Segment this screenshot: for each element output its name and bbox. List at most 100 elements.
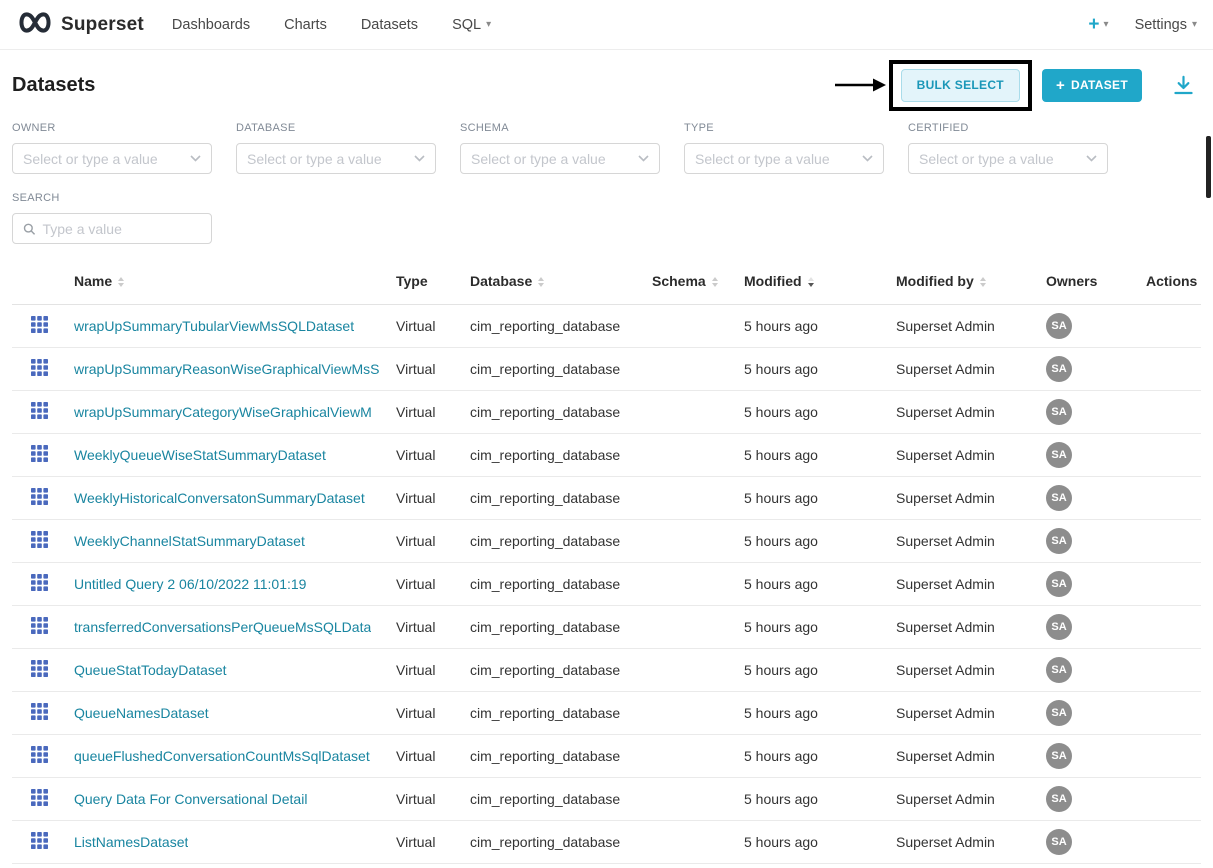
- dataset-owners-cell: SA: [1038, 691, 1138, 734]
- search-input[interactable]: [42, 221, 201, 237]
- dataset-modified: 5 hours ago: [736, 648, 888, 691]
- dataset-name-link[interactable]: wrapUpSummaryTubularViewMsSQLDataset: [74, 318, 354, 334]
- dataset-name-link[interactable]: transferredConversationsPerQueueMsSQLDat…: [74, 619, 371, 635]
- owner-avatar[interactable]: SA: [1046, 786, 1072, 812]
- table-row: QueueNamesDataset Virtual cim_reporting_…: [12, 691, 1201, 734]
- dataset-modified: 5 hours ago: [736, 433, 888, 476]
- bulk-select-button[interactable]: BULK SELECT: [901, 69, 1020, 102]
- table-header-row: Name Type Database Schema Modified Modif…: [12, 258, 1201, 304]
- dataset-owners-cell: SA: [1038, 347, 1138, 390]
- type-filter-select[interactable]: Select or type a value: [684, 143, 884, 174]
- dataset-name-link[interactable]: queueFlushedConversationCountMsSqlDatase…: [74, 748, 370, 764]
- dataset-name-link[interactable]: Query Data For Conversational Detail: [74, 791, 307, 807]
- owner-avatar[interactable]: SA: [1046, 485, 1072, 511]
- nav-item-datasets[interactable]: Datasets: [361, 17, 418, 33]
- column-header-name[interactable]: Name: [66, 258, 388, 304]
- superset-logo[interactable]: Superset: [16, 11, 144, 39]
- dataset-modified-by: Superset Admin: [888, 476, 1038, 519]
- dataset-type: Virtual: [388, 519, 462, 562]
- dataset-name-link[interactable]: Untitled Query 2 06/10/2022 11:01:19: [74, 576, 306, 592]
- search-section: SEARCH: [0, 174, 1213, 244]
- dataset-name-link[interactable]: wrapUpSummaryCategoryWiseGraphicalViewM: [74, 404, 372, 420]
- owner-filter-select[interactable]: Select or type a value: [12, 143, 212, 174]
- settings-menu-button[interactable]: Settings ▾: [1135, 17, 1197, 33]
- table-row: Query Data For Conversational Detail Vir…: [12, 777, 1201, 820]
- certified-filter-select[interactable]: Select or type a value: [908, 143, 1108, 174]
- dataset-modified: 5 hours ago: [736, 519, 888, 562]
- add-dataset-button[interactable]: + DATASET: [1042, 69, 1142, 102]
- sort-desc-icon[interactable]: [808, 277, 814, 287]
- sort-icon[interactable]: [538, 277, 544, 287]
- owner-avatar[interactable]: SA: [1046, 743, 1072, 769]
- dataset-icon-cell: [12, 519, 66, 562]
- owner-avatar[interactable]: SA: [1046, 657, 1072, 683]
- owner-avatar[interactable]: SA: [1046, 442, 1072, 468]
- dataset-name-link[interactable]: WeeklyHistoricalConversatonSummaryDatase…: [74, 490, 365, 506]
- dataset-name-link[interactable]: ListNamesDataset: [74, 834, 188, 850]
- dataset-name-link[interactable]: wrapUpSummaryReasonWiseGraphicalViewMsS: [74, 361, 380, 377]
- datasets-table-container: Name Type Database Schema Modified Modif…: [12, 258, 1201, 864]
- dataset-actions-cell: [1138, 304, 1201, 347]
- column-header-modified[interactable]: Modified: [736, 258, 888, 304]
- column-header-database[interactable]: Database: [462, 258, 644, 304]
- dataset-name-link[interactable]: QueueNamesDataset: [74, 705, 209, 721]
- dataset-name-cell: transferredConversationsPerQueueMsSQLDat…: [66, 605, 388, 648]
- brand-name: Superset: [61, 14, 144, 36]
- main-nav: Dashboards Charts Datasets SQL ▾: [172, 17, 491, 33]
- dataset-name-cell: WeeklyChannelStatSummaryDataset: [66, 519, 388, 562]
- dataset-name-link[interactable]: QueueStatTodayDataset: [74, 662, 227, 678]
- table-row: WeeklyChannelStatSummaryDataset Virtual …: [12, 519, 1201, 562]
- dataset-grid-icon: [31, 746, 48, 763]
- nav-item-charts[interactable]: Charts: [284, 17, 327, 33]
- sort-icon[interactable]: [118, 277, 124, 287]
- filter-schema: SCHEMA Select or type a value: [460, 122, 660, 174]
- dataset-schema: [644, 476, 736, 519]
- chevron-down-icon: [414, 155, 425, 162]
- dataset-modified-by: Superset Admin: [888, 433, 1038, 476]
- filter-database: DATABASE Select or type a value: [236, 122, 436, 174]
- nav-item-sql[interactable]: SQL ▾: [452, 17, 491, 33]
- owner-avatar[interactable]: SA: [1046, 356, 1072, 382]
- page-title: Datasets: [12, 74, 95, 97]
- download-button[interactable]: [1170, 72, 1197, 99]
- dataset-actions-cell: [1138, 691, 1201, 734]
- dataset-schema: [644, 820, 736, 863]
- filters-bar: OWNER Select or type a value DATABASE Se…: [0, 116, 1213, 174]
- owner-avatar[interactable]: SA: [1046, 829, 1072, 855]
- top-navigation: Superset Dashboards Charts Datasets SQL …: [0, 0, 1213, 50]
- sort-icon[interactable]: [712, 277, 718, 287]
- owner-avatar[interactable]: SA: [1046, 528, 1072, 554]
- owner-avatar[interactable]: SA: [1046, 399, 1072, 425]
- table-row: wrapUpSummaryCategoryWiseGraphicalViewM …: [12, 390, 1201, 433]
- dataset-icon-cell: [12, 820, 66, 863]
- database-filter-select[interactable]: Select or type a value: [236, 143, 436, 174]
- dataset-name-link[interactable]: WeeklyChannelStatSummaryDataset: [74, 533, 305, 549]
- search-icon: [23, 222, 35, 236]
- infinity-logo-icon: [16, 11, 54, 39]
- column-header-schema[interactable]: Schema: [644, 258, 736, 304]
- dataset-actions-cell: [1138, 605, 1201, 648]
- dataset-name-link[interactable]: WeeklyQueueWiseStatSummaryDataset: [74, 447, 326, 463]
- column-header-modified-by[interactable]: Modified by: [888, 258, 1038, 304]
- owner-avatar[interactable]: SA: [1046, 571, 1072, 597]
- owner-avatar[interactable]: SA: [1046, 700, 1072, 726]
- owner-avatar[interactable]: SA: [1046, 614, 1072, 640]
- dataset-name-cell: queueFlushedConversationCountMsSqlDatase…: [66, 734, 388, 777]
- dataset-icon-cell: [12, 691, 66, 734]
- nav-item-dashboards[interactable]: Dashboards: [172, 17, 250, 33]
- new-item-menu-button[interactable]: + ▾: [1088, 15, 1108, 34]
- dataset-type: Virtual: [388, 734, 462, 777]
- dataset-grid-icon: [31, 832, 48, 849]
- sort-icon[interactable]: [980, 277, 986, 287]
- dataset-grid-icon: [31, 789, 48, 806]
- chevron-down-icon: [190, 155, 201, 162]
- dataset-actions-cell: [1138, 433, 1201, 476]
- dataset-grid-icon: [31, 359, 48, 376]
- schema-filter-select[interactable]: Select or type a value: [460, 143, 660, 174]
- datasets-table-body: wrapUpSummaryTubularViewMsSQLDataset Vir…: [12, 304, 1201, 863]
- dataset-modified: 5 hours ago: [736, 476, 888, 519]
- owner-avatar[interactable]: SA: [1046, 313, 1072, 339]
- dataset-grid-icon: [31, 402, 48, 419]
- dataset-grid-icon: [31, 703, 48, 720]
- scrollbar-thumb[interactable]: [1206, 136, 1211, 198]
